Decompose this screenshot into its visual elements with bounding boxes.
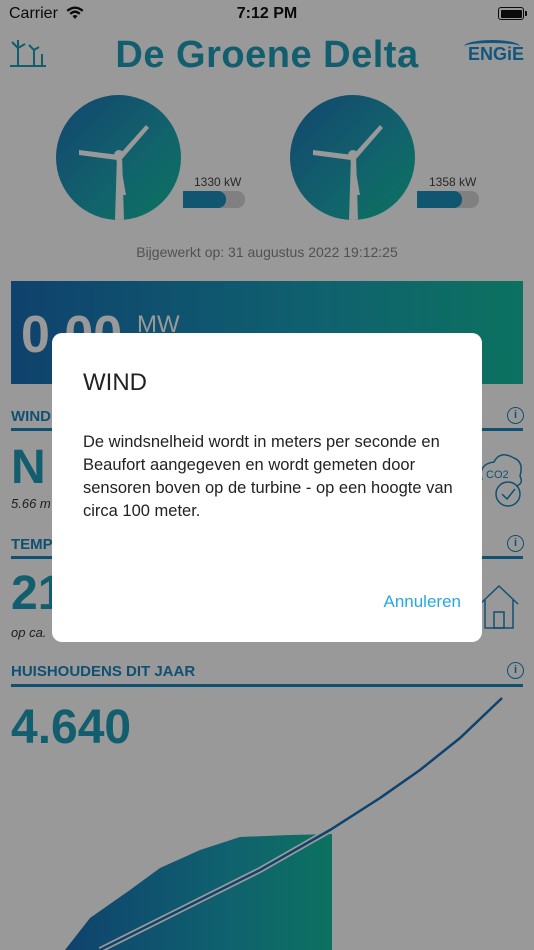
dialog-title: WIND bbox=[83, 369, 147, 396]
wind-info-dialog: WIND De windsnelheid wordt in meters per… bbox=[52, 333, 482, 642]
cancel-button[interactable]: Annuleren bbox=[383, 592, 461, 612]
dialog-message: De windsnelheid wordt in meters per seco… bbox=[83, 433, 453, 520]
